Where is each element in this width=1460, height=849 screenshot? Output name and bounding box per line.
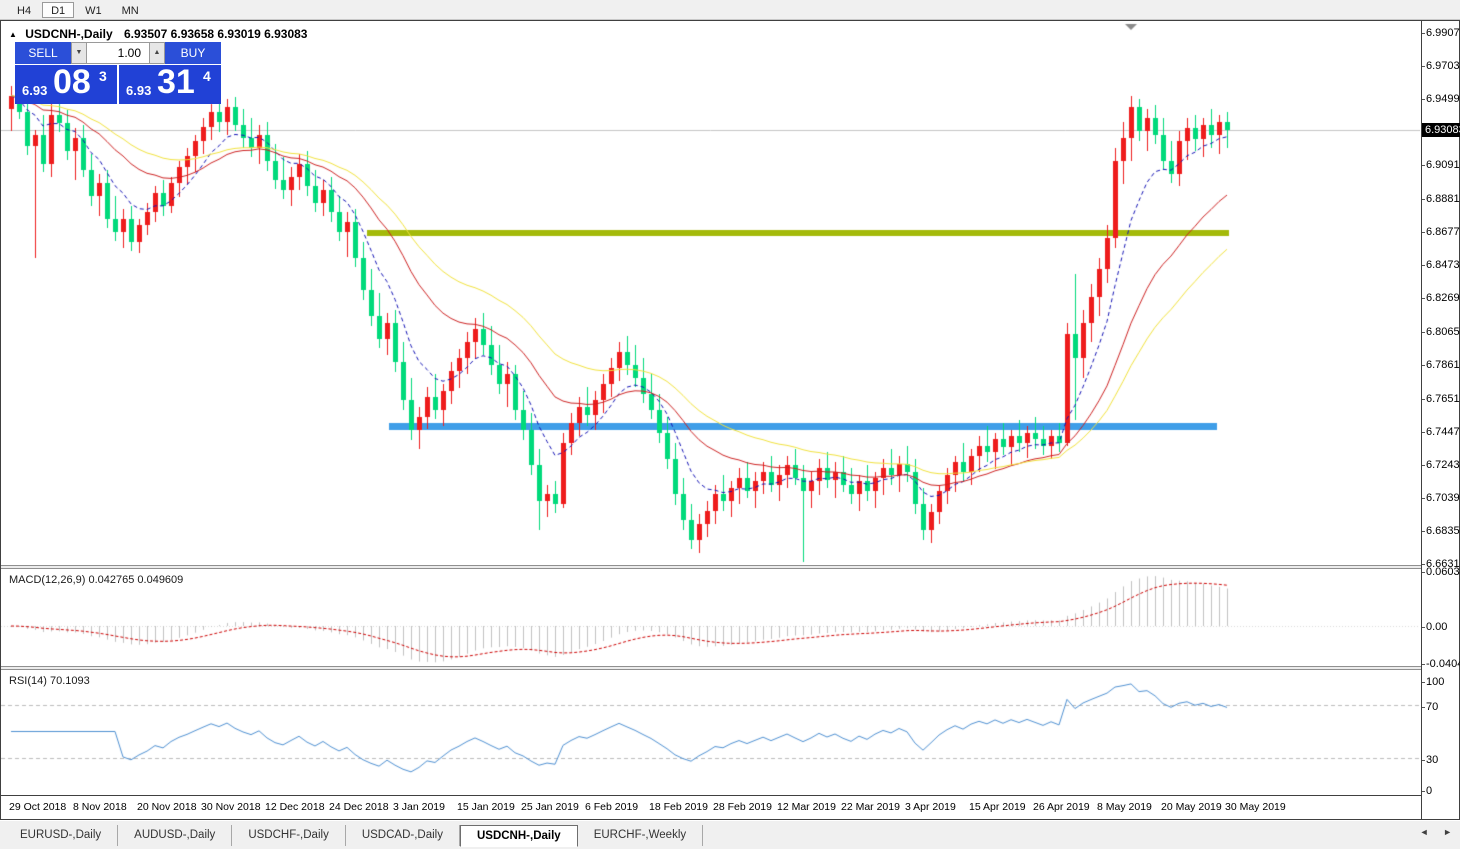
price-axis-label: 6.68350 bbox=[1422, 525, 1460, 537]
chart-tab-eurusd[interactable]: EURUSD-,Daily bbox=[4, 825, 118, 846]
price-axis-label: 6.94990 bbox=[1422, 93, 1460, 105]
macd-axis-label: 0.00 bbox=[1422, 621, 1460, 633]
date-axis-label: 25 Jan 2019 bbox=[521, 801, 579, 813]
price-axis-label: 6.74470 bbox=[1422, 426, 1460, 438]
price-axis-label: 6.88810 bbox=[1422, 193, 1460, 205]
date-axis-label: 3 Apr 2019 bbox=[905, 801, 956, 813]
price-axis[interactable]: 6.93083 6.99070 6.97030 6.94990 6.90910 6.88… bbox=[1421, 21, 1459, 819]
chart-tab-usdchf[interactable]: USDCHF-,Daily bbox=[232, 825, 346, 846]
buy-quote-box[interactable]: 6.93 31 4 bbox=[119, 65, 221, 104]
timeframe-button-w1[interactable]: W1 bbox=[76, 2, 111, 18]
date-axis-label: 15 Jan 2019 bbox=[457, 801, 515, 813]
date-axis-label: 15 Apr 2019 bbox=[969, 801, 1026, 813]
chart-tab-usdcnh[interactable]: USDCNH-,Daily bbox=[460, 825, 578, 847]
chart-symbol-label: USDCNH-,Daily bbox=[25, 27, 112, 41]
date-axis-label: 20 Nov 2018 bbox=[137, 801, 197, 813]
date-axis-label: 30 Nov 2018 bbox=[201, 801, 261, 813]
date-axis-label: 20 May 2019 bbox=[1161, 801, 1222, 813]
date-axis-label: 8 May 2019 bbox=[1097, 801, 1152, 813]
date-axis-label: 18 Feb 2019 bbox=[649, 801, 708, 813]
date-axis-label: 22 Mar 2019 bbox=[841, 801, 900, 813]
price-axis-label: 6.78610 bbox=[1422, 359, 1460, 371]
buy-button[interactable]: BUY bbox=[165, 42, 221, 64]
date-axis-label: 8 Nov 2018 bbox=[73, 801, 127, 813]
sell-quote-box[interactable]: 6.93 08 3 bbox=[15, 65, 117, 104]
date-axis-label: 28 Feb 2019 bbox=[713, 801, 772, 813]
volume-decrease-button[interactable]: ▼ bbox=[71, 42, 87, 64]
buy-price-big: 31 bbox=[157, 63, 195, 102]
macd-indicator-canvas[interactable] bbox=[1, 569, 1420, 666]
sell-price-big: 08 bbox=[53, 63, 91, 102]
date-axis-label: 6 Feb 2019 bbox=[585, 801, 638, 813]
one-click-trade-panel: SELL ▼ ▲ BUY 6.93 08 3 6.93 31 4 bbox=[15, 42, 221, 104]
rsi-axis-label: 100 bbox=[1422, 676, 1460, 688]
price-axis-label: 6.76510 bbox=[1422, 393, 1460, 405]
date-axis-label: 30 May 2019 bbox=[1225, 801, 1286, 813]
macd-axis-label: -0.040415 bbox=[1422, 658, 1460, 670]
current-price-tag: 6.93083 bbox=[1422, 123, 1460, 137]
date-axis-label: 24 Dec 2018 bbox=[329, 801, 389, 813]
macd-axis-label: 0.060342 bbox=[1422, 566, 1460, 578]
tab-scroll-left-icon[interactable]: ◄ bbox=[1420, 827, 1429, 837]
timeframe-button-h4[interactable]: H4 bbox=[8, 2, 40, 18]
timeframe-button-mn[interactable]: MN bbox=[113, 2, 148, 18]
sell-price-pip: 3 bbox=[99, 68, 107, 84]
rsi-axis-label: 0 bbox=[1422, 785, 1460, 797]
rsi-indicator-canvas[interactable] bbox=[1, 670, 1420, 795]
tab-scroll-right-icon[interactable]: ► bbox=[1443, 827, 1452, 837]
chart-ohlc-values: 6.93507 6.93658 6.93019 6.93083 bbox=[124, 27, 308, 41]
date-axis-label: 12 Mar 2019 bbox=[777, 801, 836, 813]
price-axis-label: 6.86770 bbox=[1422, 226, 1460, 238]
buy-price-pip: 4 bbox=[203, 68, 211, 84]
buy-price-prefix: 6.93 bbox=[126, 83, 151, 98]
date-axis-label: 12 Dec 2018 bbox=[265, 801, 325, 813]
rsi-axis-label: 70 bbox=[1422, 701, 1460, 713]
chart-window: ▲ USDCNH-,Daily 6.93507 6.93658 6.93019 … bbox=[0, 20, 1460, 820]
date-axis-label: 29 Oct 2018 bbox=[9, 801, 66, 813]
rsi-label: RSI(14) 70.1093 bbox=[9, 675, 90, 687]
price-axis-label: 6.84730 bbox=[1422, 259, 1460, 271]
price-axis-label: 6.99070 bbox=[1422, 27, 1460, 39]
timeframe-toolbar: H4D1W1MN bbox=[0, 0, 1460, 20]
chart-tab-eurchf[interactable]: EURCHF-,Weekly bbox=[578, 825, 703, 846]
sell-price-prefix: 6.93 bbox=[22, 83, 47, 98]
timeframe-button-d1[interactable]: D1 bbox=[42, 2, 74, 18]
date-axis-label: 26 Apr 2019 bbox=[1033, 801, 1090, 813]
volume-increase-button[interactable]: ▲ bbox=[149, 42, 165, 64]
price-axis-label: 6.72430 bbox=[1422, 459, 1460, 471]
date-axis-label: 3 Jan 2019 bbox=[393, 801, 445, 813]
rsi-axis-label: 30 bbox=[1422, 754, 1460, 766]
price-axis-label: 6.80650 bbox=[1422, 326, 1460, 338]
sell-button[interactable]: SELL bbox=[15, 42, 71, 64]
price-axis-label: 6.70390 bbox=[1422, 492, 1460, 504]
volume-input[interactable] bbox=[87, 42, 149, 64]
chart-tab-bar: EURUSD-,DailyAUDUSD-,DailyUSDCHF-,DailyU… bbox=[0, 820, 1460, 849]
tab-scroll-controls: ◄ ► bbox=[1408, 827, 1452, 837]
chart-tab-audusd[interactable]: AUDUSD-,Daily bbox=[118, 825, 232, 846]
collapse-panel-icon[interactable]: ▲ bbox=[9, 30, 17, 39]
date-axis[interactable]: 29 Oct 2018 8 Nov 2018 20 Nov 2018 30 Nov 2… bbox=[1, 796, 1420, 819]
chart-tab-usdcad[interactable]: USDCAD-,Daily bbox=[346, 825, 460, 846]
price-axis-label: 6.82690 bbox=[1422, 292, 1460, 304]
price-axis-label: 6.90910 bbox=[1422, 159, 1460, 171]
macd-label: MACD(12,26,9) 0.042765 0.049609 bbox=[9, 574, 183, 586]
chart-title: ▲ USDCNH-,Daily 6.93507 6.93658 6.93019 … bbox=[9, 27, 307, 41]
price-axis-label: 6.97030 bbox=[1422, 60, 1460, 72]
